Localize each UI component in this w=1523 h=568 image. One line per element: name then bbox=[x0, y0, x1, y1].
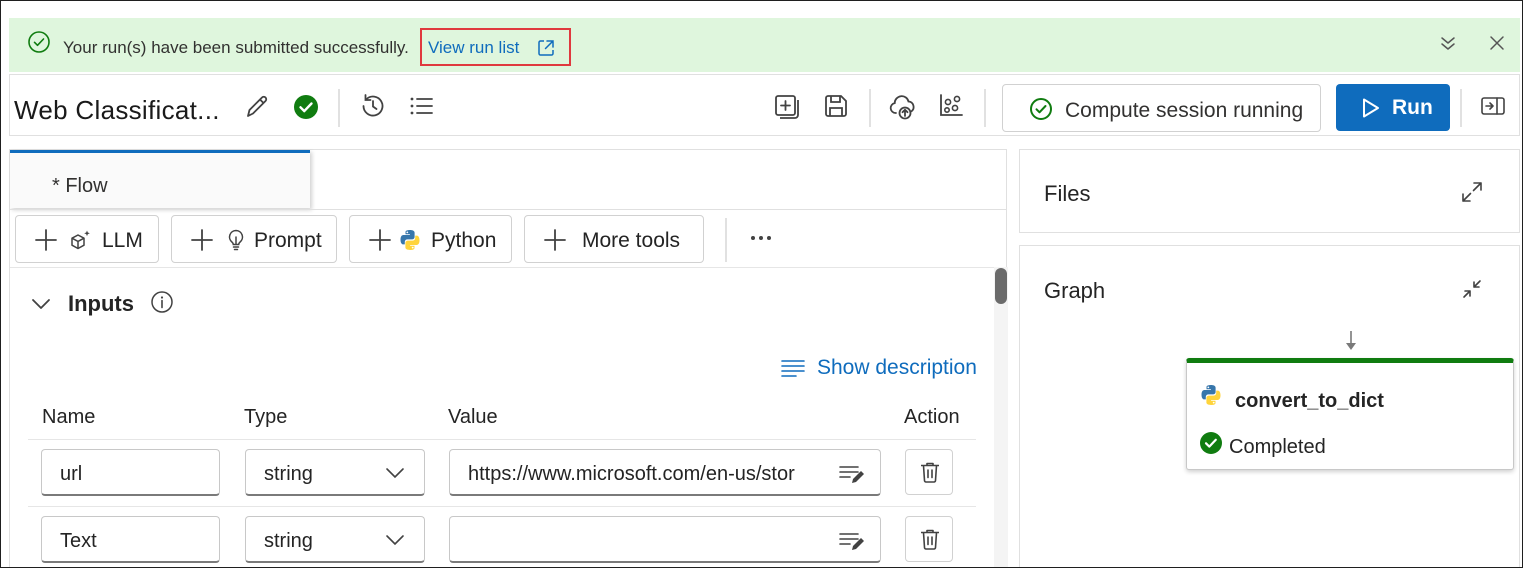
expand-icon[interactable] bbox=[1460, 180, 1484, 204]
python-icon bbox=[1201, 385, 1221, 405]
deploy-icon[interactable] bbox=[888, 92, 918, 122]
trash-icon bbox=[921, 529, 939, 550]
add-python-button[interactable]: Python bbox=[349, 215, 512, 263]
input-value-field[interactable]: https://www.microsoft.com/en-us/stor bbox=[449, 449, 881, 496]
flow-title: Web Classificat... bbox=[14, 95, 220, 125]
python-label: Python bbox=[431, 229, 497, 252]
section-divider bbox=[10, 267, 996, 268]
compute-status-icon bbox=[1030, 98, 1052, 120]
scrollbar-thumb[interactable] bbox=[995, 268, 1007, 304]
plus-icon bbox=[544, 229, 566, 251]
more-tools-label: More tools bbox=[582, 229, 681, 252]
run-icon bbox=[1363, 98, 1379, 118]
compute-session-button[interactable]: Compute session running bbox=[1002, 84, 1321, 132]
toolbar-divider bbox=[338, 89, 340, 127]
evaluate-icon[interactable] bbox=[936, 91, 966, 121]
chevron-down-icon bbox=[386, 535, 404, 546]
input-value-field[interactable] bbox=[449, 516, 881, 563]
app-frame: Your run(s) have been submitted successf… bbox=[0, 0, 1523, 568]
graph-node-convert-to-dict[interactable]: convert_to_dict Completed bbox=[1186, 358, 1514, 470]
input-type-dropdown[interactable]: string bbox=[245, 516, 425, 563]
plus-icon bbox=[191, 229, 213, 251]
node-title: convert_to_dict bbox=[1235, 390, 1384, 412]
show-description-link[interactable]: Show description bbox=[817, 356, 977, 380]
completed-check-icon bbox=[1200, 432, 1222, 454]
input-type-value: string bbox=[264, 463, 313, 485]
input-value-text: https://www.microsoft.com/en-us/stor bbox=[468, 463, 795, 485]
input-name-value: Text bbox=[60, 530, 97, 552]
edge-arrow-icon bbox=[1346, 331, 1356, 350]
info-icon[interactable] bbox=[150, 290, 174, 314]
compute-session-label: Compute session running bbox=[1065, 99, 1304, 122]
inputs-section-title: Inputs bbox=[68, 291, 134, 316]
trash-icon bbox=[921, 462, 939, 483]
files-panel: Files bbox=[1019, 149, 1520, 233]
collapse-view-icon[interactable] bbox=[1460, 277, 1484, 301]
list-icon[interactable] bbox=[406, 91, 436, 121]
files-title: Files bbox=[1044, 181, 1091, 206]
success-banner: Your run(s) have been submitted successf… bbox=[9, 18, 1520, 72]
plus-icon bbox=[369, 229, 391, 251]
column-header-type: Type bbox=[244, 406, 288, 428]
column-header-name: Name bbox=[42, 406, 96, 428]
input-type-dropdown[interactable]: string bbox=[245, 449, 425, 496]
clone-icon[interactable] bbox=[772, 92, 802, 122]
input-type-value: string bbox=[264, 530, 313, 552]
toolbar-divider bbox=[725, 218, 727, 262]
tab-flow[interactable]: * Flow bbox=[10, 150, 310, 208]
run-button[interactable]: Run bbox=[1336, 84, 1450, 131]
collapse-icon[interactable] bbox=[1439, 34, 1457, 52]
toolbar-divider bbox=[984, 89, 986, 127]
text-edit-icon[interactable] bbox=[838, 462, 866, 486]
table-divider bbox=[28, 439, 976, 440]
delete-input-button[interactable] bbox=[905, 449, 953, 495]
description-lines-icon[interactable] bbox=[780, 356, 806, 380]
prompt-bulb-icon bbox=[228, 229, 244, 251]
external-link-icon[interactable] bbox=[536, 38, 556, 58]
more-tools-button[interactable]: More tools bbox=[524, 215, 704, 263]
save-icon[interactable] bbox=[821, 91, 851, 121]
prompt-label: Prompt bbox=[254, 229, 322, 252]
node-status: Completed bbox=[1229, 436, 1326, 458]
chevron-down-icon bbox=[386, 468, 404, 479]
tab-divider bbox=[10, 209, 1006, 210]
toolbar-divider bbox=[869, 89, 871, 127]
add-prompt-button[interactable]: Prompt bbox=[171, 215, 337, 263]
llm-icon bbox=[71, 230, 90, 250]
input-name-value: url bbox=[60, 463, 83, 485]
plus-icon bbox=[35, 229, 57, 251]
chevron-down-icon[interactable] bbox=[30, 293, 52, 315]
toolbar-divider bbox=[1460, 89, 1462, 127]
success-check-icon bbox=[28, 31, 50, 53]
edit-icon[interactable] bbox=[242, 92, 272, 122]
column-header-value: Value bbox=[448, 406, 498, 428]
view-run-list-link[interactable]: View run list bbox=[428, 38, 519, 58]
close-icon[interactable] bbox=[1488, 34, 1506, 52]
history-icon[interactable] bbox=[358, 91, 388, 121]
status-check-icon bbox=[294, 95, 318, 119]
run-label: Run bbox=[1392, 96, 1433, 119]
tab-flow-label: * Flow bbox=[52, 175, 108, 197]
column-header-action: Action bbox=[904, 406, 960, 428]
python-icon bbox=[400, 230, 420, 250]
flow-toolbar: Web Classificat... Compute session runni… bbox=[9, 74, 1520, 136]
graph-panel: Graph convert_to_dict Completed bbox=[1019, 245, 1520, 567]
delete-input-button[interactable] bbox=[905, 516, 953, 562]
more-options-icon[interactable] bbox=[748, 228, 774, 248]
input-name-field[interactable]: Text bbox=[41, 516, 220, 563]
text-edit-icon[interactable] bbox=[838, 529, 866, 553]
add-llm-button[interactable]: LLM bbox=[15, 215, 159, 263]
graph-title: Graph bbox=[1044, 278, 1106, 303]
banner-message: Your run(s) have been submitted successf… bbox=[63, 38, 409, 57]
table-divider bbox=[28, 506, 976, 507]
panel-toggle-icon[interactable] bbox=[1480, 93, 1506, 119]
llm-label: LLM bbox=[102, 229, 143, 252]
flow-editor-panel: * Flow LLM Prompt Python More tools Inpu… bbox=[9, 149, 1008, 567]
input-name-field[interactable]: url bbox=[41, 449, 220, 496]
scrollbar-track[interactable] bbox=[994, 267, 1008, 567]
